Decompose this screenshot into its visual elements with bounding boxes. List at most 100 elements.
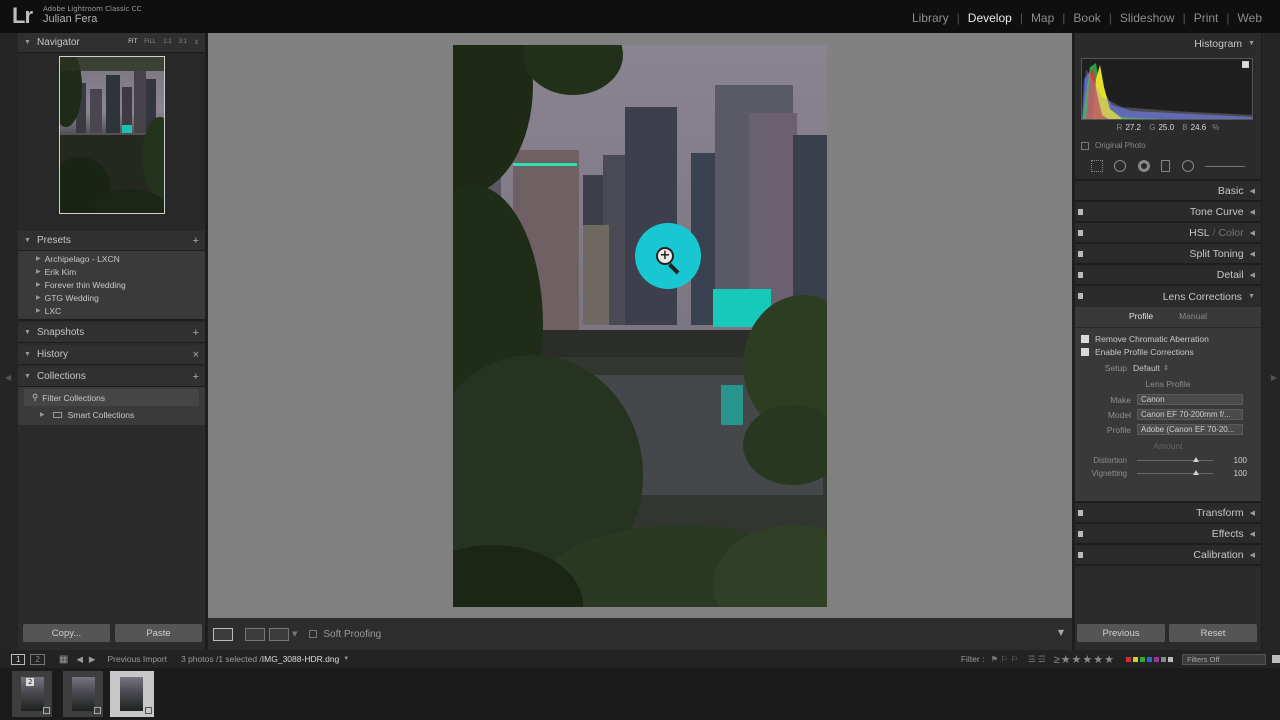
chevron-down-icon[interactable]: ▼ [292,630,297,638]
panel-switch-icon[interactable] [1078,230,1083,236]
presets-header[interactable]: ▼ Presets + [18,231,205,251]
forward-arrow-icon[interactable]: ▶ [89,654,96,665]
paste-button[interactable]: Paste [115,624,202,642]
panel-switch-icon[interactable] [1078,209,1083,215]
histogram-graph[interactable] [1081,58,1253,120]
slider-thumb[interactable] [1193,457,1199,462]
lens-corrections-section-header[interactable]: Lens Corrections ▼ [1075,286,1261,307]
panel-switch-icon[interactable] [1078,272,1083,278]
panel-switch-icon[interactable] [1078,293,1083,299]
hsl-section-header[interactable]: HSL / Color ◀ [1075,223,1261,244]
loupe-view-icon[interactable] [213,627,233,641]
setup-dropdown[interactable]: Default [1133,363,1160,373]
filmstrip-thumbnail[interactable]: 2 [12,671,52,717]
rating-filter-stars[interactable]: ≥★★★★★ [1054,653,1115,666]
preset-folder[interactable]: ▶ GTG Wedding [18,291,205,304]
enable-profile-checkbox[interactable] [1081,347,1089,356]
panel-switch-icon[interactable] [1078,552,1083,558]
panel-switch-icon[interactable] [1078,251,1083,257]
model-dropdown[interactable]: Canon EF 70-200mm f/... [1137,409,1243,420]
right-edge-strip[interactable]: ▶ [1262,33,1280,650]
second-window-button[interactable]: 2 [30,653,45,665]
preset-folder[interactable]: ▶ LXC [18,304,205,317]
zoom-stepper-icon[interactable]: ⇕ [194,39,199,46]
filmstrip[interactable]: 2 [0,668,1280,720]
distortion-slider[interactable] [1137,457,1213,462]
spot-removal-icon[interactable] [1114,160,1127,172]
navigator-thumbnail[interactable] [59,56,165,214]
reset-button[interactable]: Reset [1169,624,1257,642]
back-arrow-icon[interactable]: ◀ [76,654,83,665]
remove-chromatic-aberration-option[interactable]: Remove Chromatic Aberration [1075,332,1261,345]
adjustment-brush-icon[interactable] [1205,165,1246,167]
tab-profile[interactable]: Profile [1129,311,1153,321]
edit-filter-icon[interactable]: ☰ ☲ [1028,654,1046,665]
filmstrip-thumbnail-selected[interactable] [110,671,154,717]
color-title[interactable]: Color [1219,227,1244,239]
collapse-left-icon[interactable]: ◀ [5,373,11,382]
preset-folder[interactable]: ▶ Erik Kim [18,265,205,278]
zoom-3-1[interactable]: 3:1 [179,39,187,46]
grid-view-icon[interactable]: ▦ [59,654,68,665]
filter-preset-dropdown[interactable]: Filters Off [1182,653,1266,665]
before-after-split-icon[interactable] [269,627,289,641]
collections-header[interactable]: ▼ Collections + [18,367,205,387]
history-header[interactable]: ▼ History × [18,345,205,365]
preset-folder[interactable]: ▶ Archipelago - LXCN [18,252,205,265]
module-slideshow[interactable]: Slideshow [1112,11,1183,25]
copy-button[interactable]: Copy... [23,624,110,642]
distortion-value[interactable]: 100 [1225,456,1247,465]
soft-proofing-checkbox[interactable] [309,630,318,638]
effects-section-header[interactable]: Effects ◀ [1075,524,1261,545]
stack-count-badge[interactable]: 2 [26,678,35,686]
panel-switch-icon[interactable] [1078,510,1083,516]
module-book[interactable]: Book [1065,11,1108,25]
module-web[interactable]: Web [1230,11,1270,25]
module-print[interactable]: Print [1186,11,1227,25]
navigator-header[interactable]: ▼ Navigator FIT FILL 1:1 3:1 ⇕ [18,33,205,53]
remove-ca-checkbox[interactable] [1081,334,1089,343]
navigator-preview[interactable] [18,53,205,231]
module-map[interactable]: Map [1023,11,1062,25]
chevron-down-icon[interactable]: ▼ [343,656,349,662]
histogram-header[interactable]: Histogram ▼ [1075,33,1261,54]
zoom-1-1[interactable]: 1:1 [163,39,171,46]
toolbar-options-icon[interactable]: ▼ [1058,628,1064,637]
highlight-clipping-toggle[interactable] [1242,61,1249,68]
filmstrip-thumbnail[interactable] [63,671,103,717]
slider-thumb[interactable] [1193,470,1199,475]
preset-folder[interactable]: ▶ Forever thin Wedding [18,278,205,291]
soft-proofing-toggle[interactable]: Soft Proofing [309,629,381,640]
flag-filter-icon[interactable]: ⚑ ⚐ ⚐ [990,654,1018,665]
snapshots-header[interactable]: ▼ Snapshots + [18,323,205,343]
vignetting-slider[interactable] [1137,470,1213,475]
make-dropdown[interactable]: Canon [1137,394,1243,405]
plus-icon[interactable]: + [193,371,199,383]
enable-profile-corrections-option[interactable]: Enable Profile Corrections [1075,345,1261,358]
stepper-icon[interactable]: ⇕ [1163,364,1169,372]
smart-collections-folder[interactable]: ▶ Smart Collections [18,406,205,423]
source-label[interactable]: Previous Import [107,654,167,664]
crop-overlay-icon[interactable] [1090,160,1103,172]
selected-filename[interactable]: IMG_3088-HDR.dng [262,654,339,664]
graduated-filter-icon[interactable] [1161,160,1171,172]
module-library[interactable]: Library [904,11,957,25]
color-label-filter[interactable] [1125,654,1174,664]
loupe-view[interactable]: + [208,33,1072,618]
tab-manual[interactable]: Manual [1179,311,1207,321]
plus-icon[interactable]: + [193,235,199,247]
zoom-fit[interactable]: FIT [128,39,137,46]
left-edge-strip[interactable]: ◀ [0,33,18,650]
filter-collections-field[interactable]: ⚲ Filter Collections [24,389,199,406]
tone-curve-section-header[interactable]: Tone Curve ◀ [1075,202,1261,223]
basic-section-header[interactable]: Basic ◀ [1075,181,1261,202]
zoom-fill[interactable]: FILL [144,39,156,46]
plus-icon[interactable]: + [193,327,199,339]
filter-lock-icon[interactable] [1272,655,1280,663]
transform-section-header[interactable]: Transform ◀ [1075,503,1261,524]
red-eye-icon[interactable] [1137,160,1150,172]
collapse-right-icon[interactable]: ▶ [1271,373,1277,382]
previous-button[interactable]: Previous [1077,624,1165,642]
radial-filter-icon[interactable] [1181,160,1194,172]
module-develop[interactable]: Develop [960,11,1020,25]
